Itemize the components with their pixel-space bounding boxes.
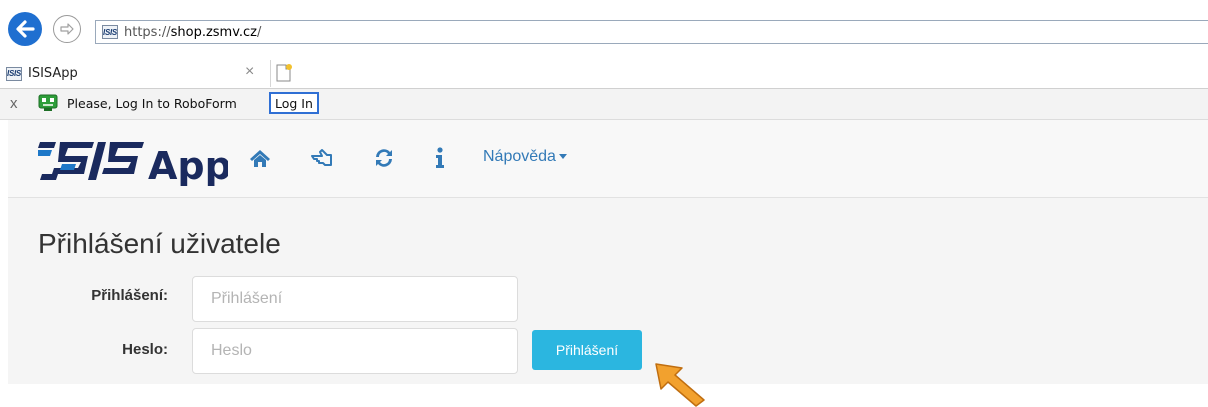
tab-isisapp[interactable]: ISIS ISISApp × xyxy=(0,60,271,87)
password-input[interactable] xyxy=(192,328,518,374)
arrow-right-icon xyxy=(60,23,74,35)
username-input[interactable] xyxy=(192,276,518,322)
svg-text:App: App xyxy=(148,144,228,186)
info-icon[interactable] xyxy=(428,146,452,170)
roboform-close-icon[interactable]: x xyxy=(10,95,18,112)
app-navbar: App Nápověda xyxy=(8,120,1208,198)
tab-favicon-icon: ISIS xyxy=(6,66,22,81)
roboform-icon xyxy=(38,94,58,111)
caret-down-icon xyxy=(558,154,567,160)
tab-title: ISISApp xyxy=(28,66,78,81)
password-label: Heslo: xyxy=(122,341,168,358)
site-favicon-icon: ISIS xyxy=(102,25,118,39)
pointer-arrow-icon xyxy=(655,363,705,407)
login-panel: Přihlášení uživatele Přihlášení: Heslo: … xyxy=(8,198,1208,384)
help-menu-label: Nápověda xyxy=(483,148,556,165)
forward-button[interactable] xyxy=(53,15,81,43)
home-icon[interactable] xyxy=(248,146,272,170)
url-field[interactable]: ISIS https://shop.zsmv.cz/ xyxy=(95,20,1208,44)
browser-address-bar: ISIS https://shop.zsmv.cz/ xyxy=(0,0,1208,52)
roboform-message: Please, Log In to RoboForm xyxy=(67,96,237,111)
username-label: Přihlášení: xyxy=(91,287,168,304)
hand-pointer-icon[interactable] xyxy=(310,146,334,170)
roboform-bar: x Please, Log In to RoboForm Log In xyxy=(0,89,1208,120)
page-title: Přihlášení uživatele xyxy=(38,228,281,259)
roboform-login-button[interactable]: Log In xyxy=(269,92,319,114)
url-text: https://shop.zsmv.cz/ xyxy=(124,24,262,40)
arrow-left-icon xyxy=(16,20,35,38)
tab-bar: ISIS ISISApp × xyxy=(0,60,1208,88)
refresh-icon[interactable] xyxy=(372,146,396,170)
tab-close-icon[interactable]: × xyxy=(245,63,254,81)
isisapp-logo[interactable]: App xyxy=(38,134,228,186)
back-button[interactable] xyxy=(8,12,42,46)
help-menu[interactable]: Nápověda xyxy=(483,148,567,166)
login-submit-button[interactable]: Přihlášení xyxy=(532,330,642,370)
new-tab-icon[interactable] xyxy=(274,63,294,83)
